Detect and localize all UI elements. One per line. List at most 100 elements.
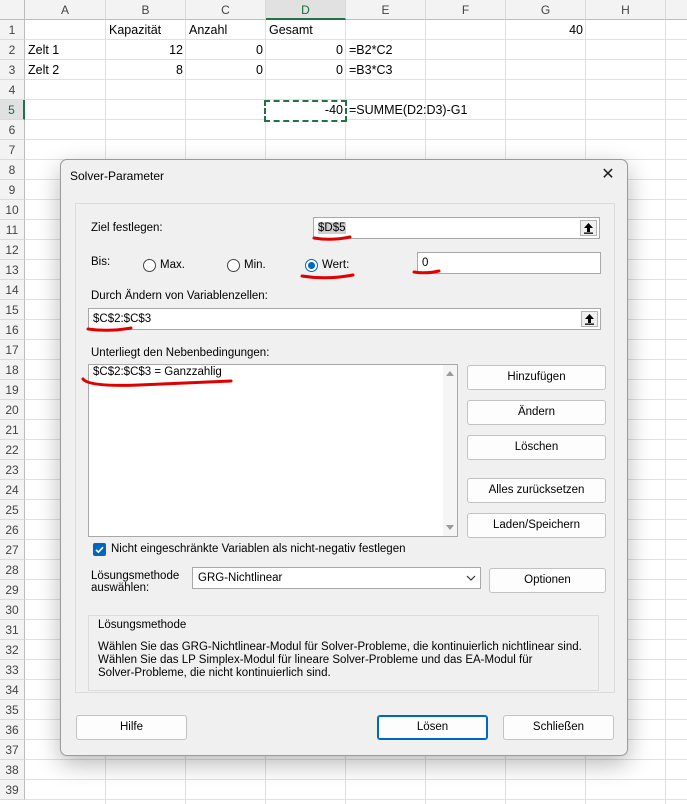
row-header-17[interactable]: 17 <box>0 340 25 360</box>
red-annotation-underline <box>312 235 352 241</box>
column-header-c[interactable]: C <box>186 0 266 20</box>
row-header-26[interactable]: 26 <box>0 520 25 540</box>
row-header-19[interactable]: 19 <box>0 380 25 400</box>
close-icon[interactable]: ✕ <box>593 164 623 186</box>
cell-b3[interactable]: 8 <box>106 60 186 80</box>
cell-b1[interactable]: Kapazität <box>106 20 186 40</box>
row-header-31[interactable]: 31 <box>0 620 25 640</box>
row-header-4[interactable]: 4 <box>0 80 25 100</box>
column-header-i[interactable] <box>666 0 687 20</box>
row-header-7[interactable]: 7 <box>0 140 25 160</box>
collapse-variables-button[interactable] <box>581 311 598 327</box>
row-header-38[interactable]: 38 <box>0 760 25 780</box>
constraints-scrollbar[interactable] <box>443 365 457 536</box>
row-header-6[interactable]: 6 <box>0 120 25 140</box>
row-header-18[interactable]: 18 <box>0 360 25 380</box>
checkmark-icon <box>95 546 104 554</box>
method-desc-line3: Solver-Probleme, die nicht kontinuierlic… <box>98 667 331 679</box>
row-header-16[interactable]: 16 <box>0 320 25 340</box>
column-header-b[interactable]: B <box>106 0 186 20</box>
row-header-11[interactable]: 11 <box>0 220 25 240</box>
column-header-e[interactable]: E <box>346 0 426 20</box>
row-header-33[interactable]: 33 <box>0 660 25 680</box>
cell-d5[interactable]: -40 <box>266 100 346 120</box>
row-header-14[interactable]: 14 <box>0 280 25 300</box>
radio-min-label[interactable]: Min. <box>244 259 266 271</box>
row-header-27[interactable]: 27 <box>0 540 25 560</box>
red-annotation-underline <box>300 273 355 280</box>
method-value: GRG-Nichtlinear <box>198 572 283 584</box>
nonneg-label[interactable]: Nicht eingeschränkte Variablen als nicht… <box>111 543 406 555</box>
cell-g1[interactable]: 40 <box>506 20 586 40</box>
radio-max[interactable] <box>143 259 156 272</box>
value-input[interactable]: 0 <box>417 252 601 274</box>
cell-e2[interactable]: =B2*C2 <box>346 40 426 60</box>
row-header-10[interactable]: 10 <box>0 200 25 220</box>
row-header-8[interactable]: 8 <box>0 160 25 180</box>
row-header-9[interactable]: 9 <box>0 180 25 200</box>
row-header-24[interactable]: 24 <box>0 480 25 500</box>
row-header-32[interactable]: 32 <box>0 640 25 660</box>
solve-button[interactable]: Lösen <box>377 715 488 740</box>
cell-d2[interactable]: 0 <box>266 40 346 60</box>
nonneg-checkbox[interactable] <box>93 543 106 556</box>
row-header-37[interactable]: 37 <box>0 740 25 760</box>
radio-max-label[interactable]: Max. <box>160 259 185 271</box>
cell-a3[interactable]: Zelt 2 <box>25 60 106 80</box>
delete-button[interactable]: Löschen <box>467 435 606 460</box>
cell-c3[interactable]: 0 <box>186 60 266 80</box>
cell-d1[interactable]: Gesamt <box>266 20 346 40</box>
column-header-d[interactable]: D <box>266 0 346 20</box>
column-header-g[interactable]: G <box>506 0 586 20</box>
row-header-34[interactable]: 34 <box>0 680 25 700</box>
variables-input[interactable]: $C$2:$C$3 <box>88 308 601 330</box>
gridline <box>25 799 687 800</box>
column-header-f[interactable]: F <box>426 0 506 20</box>
row-header-13[interactable]: 13 <box>0 260 25 280</box>
collapse-objective-button[interactable] <box>580 220 597 236</box>
row-header-15[interactable]: 15 <box>0 300 25 320</box>
cell-e5[interactable]: =SUMME(D2:D3)-G1 <box>346 100 506 120</box>
cell-d3[interactable]: 0 <box>266 60 346 80</box>
row-header-35[interactable]: 35 <box>0 700 25 720</box>
row-header-3[interactable]: 3 <box>0 60 25 80</box>
radio-min[interactable] <box>227 259 240 272</box>
row-header-21[interactable]: 21 <box>0 420 25 440</box>
row-header-22[interactable]: 22 <box>0 440 25 460</box>
cell-c2[interactable]: 0 <box>186 40 266 60</box>
row-header-39[interactable]: 39 <box>0 780 25 800</box>
load-save-button[interactable]: Laden/Speichern <box>467 513 606 538</box>
row-header-2[interactable]: 2 <box>0 40 25 60</box>
column-header-h[interactable]: H <box>586 0 666 20</box>
objective-input[interactable]: $D$5 <box>313 217 600 239</box>
row-header-30[interactable]: 30 <box>0 600 25 620</box>
change-button[interactable]: Ändern <box>467 400 606 425</box>
column-header-a[interactable]: A <box>25 0 106 20</box>
select-all-corner[interactable] <box>0 0 25 20</box>
constraints-label: Unterliegt den Nebenbedingungen: <box>91 347 270 359</box>
scroll-down-icon[interactable] <box>446 525 454 530</box>
row-header-36[interactable]: 36 <box>0 720 25 740</box>
row-header-25[interactable]: 25 <box>0 500 25 520</box>
row-header-20[interactable]: 20 <box>0 400 25 420</box>
reset-all-button[interactable]: Alles zurücksetzen <box>467 478 606 503</box>
cell-a2[interactable]: Zelt 1 <box>25 40 106 60</box>
close-button[interactable]: Schließen <box>503 715 614 740</box>
row-header-1[interactable]: 1 <box>0 20 25 40</box>
add-button[interactable]: Hinzufügen <box>467 365 606 390</box>
cell-e3[interactable]: =B3*C3 <box>346 60 426 80</box>
help-button[interactable]: Hilfe <box>76 715 187 740</box>
gridline <box>25 779 687 780</box>
method-select[interactable]: GRG-Nichtlinear <box>192 567 481 589</box>
row-header-29[interactable]: 29 <box>0 580 25 600</box>
row-header-5[interactable]: 5 <box>0 100 25 120</box>
row-header-28[interactable]: 28 <box>0 560 25 580</box>
to-label: Bis: <box>91 256 111 268</box>
options-button[interactable]: Optionen <box>489 568 606 593</box>
row-header-12[interactable]: 12 <box>0 240 25 260</box>
cell-b2[interactable]: 12 <box>106 40 186 60</box>
scroll-up-icon[interactable] <box>446 371 454 376</box>
row-header-23[interactable]: 23 <box>0 460 25 480</box>
cell-c1[interactable]: Anzahl <box>186 20 266 40</box>
method-label-line2: auswählen: <box>91 582 150 594</box>
